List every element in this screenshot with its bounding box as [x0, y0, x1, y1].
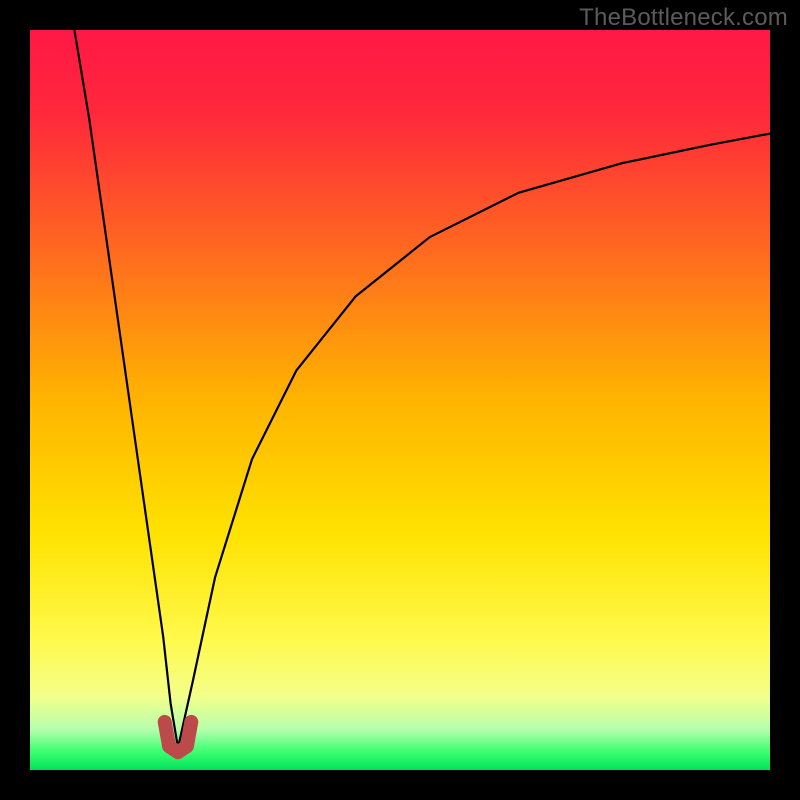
- outer-frame: TheBottleneck.com: [0, 0, 800, 800]
- gradient-background: [30, 30, 770, 770]
- plot-area: [30, 30, 770, 770]
- chart-svg: [30, 30, 770, 770]
- watermark-text: TheBottleneck.com: [579, 4, 788, 32]
